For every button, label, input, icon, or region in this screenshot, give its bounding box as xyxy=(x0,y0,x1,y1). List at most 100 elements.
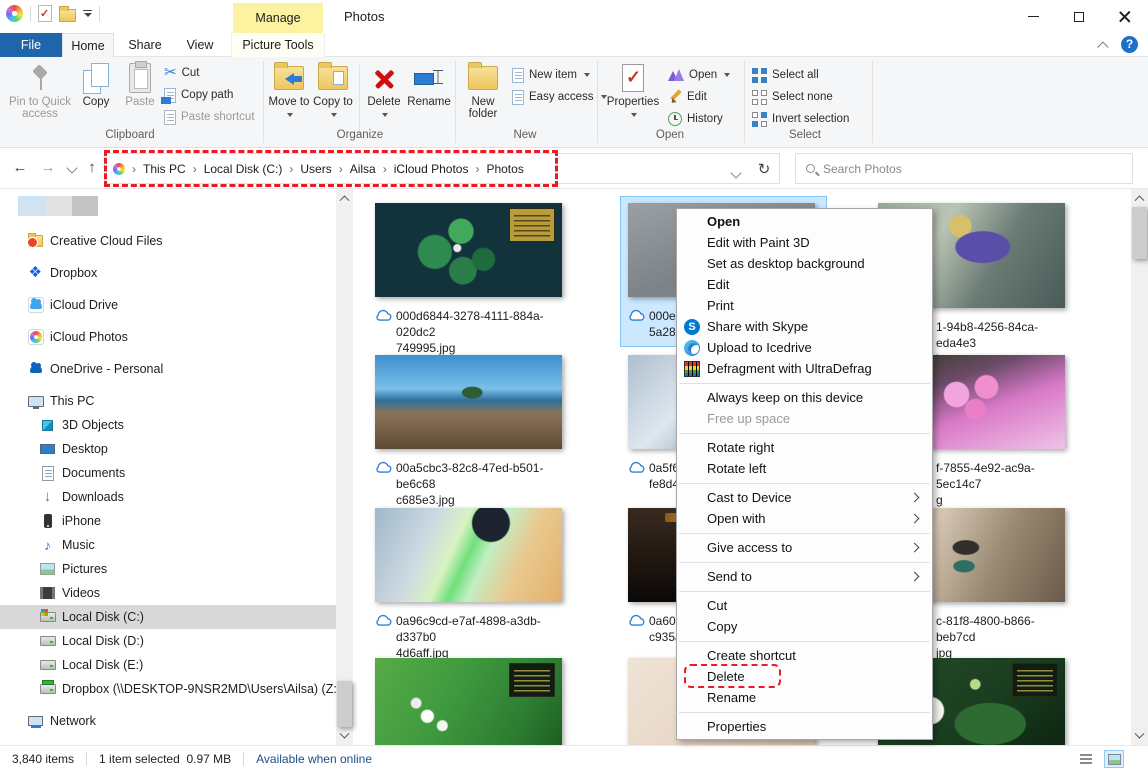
sidebar-item-local-disk-c[interactable]: Local Disk (C:) xyxy=(0,605,336,629)
contextual-tab-header[interactable]: Manage xyxy=(233,3,323,33)
scroll-up-icon[interactable] xyxy=(1131,189,1148,206)
file-tile[interactable]: 0a96c9cd-e7af-4898-a3db-d337b04d6aff.jpg xyxy=(375,508,562,661)
photo-thumbnail[interactable] xyxy=(375,508,562,602)
pin-to-quick-access-button[interactable]: Pin to Quick access xyxy=(8,61,72,120)
menu-item-create-shortcut[interactable]: Create shortcut xyxy=(677,645,932,666)
menu-item-share-with-skype[interactable]: SShare with Skype xyxy=(677,316,932,337)
menu-item-open[interactable]: Open xyxy=(677,211,932,232)
menu-item-defragment-with-ultradefrag[interactable]: Defragment with UltraDefrag xyxy=(677,358,932,379)
history-button[interactable]: History xyxy=(668,109,723,129)
new-folder-button[interactable]: New folder xyxy=(459,61,507,120)
sidebar-item-onedrive[interactable]: OneDrive - Personal xyxy=(0,357,336,381)
tab-home[interactable]: Home xyxy=(62,33,114,57)
menu-item-properties[interactable]: Properties xyxy=(677,716,932,737)
edit-button[interactable]: Edit xyxy=(668,87,707,107)
back-button[interactable]: ← xyxy=(8,156,32,180)
forward-button[interactable]: → xyxy=(36,156,60,180)
sidebar-item-documents[interactable]: Documents xyxy=(0,461,336,485)
copy-button[interactable]: Copy xyxy=(76,61,116,108)
thumbnail-view-toggle[interactable] xyxy=(1104,750,1124,768)
file-tile[interactable]: 000d6844-3278-4111-884a-020dc2749995.jpg xyxy=(375,203,562,356)
easy-access-button[interactable]: Easy access xyxy=(512,87,607,107)
menu-item-open-with[interactable]: Open with xyxy=(677,508,932,529)
menu-item-cut[interactable]: Cut xyxy=(677,595,932,616)
sidebar-item-music[interactable]: ♪ Music xyxy=(0,533,336,557)
sidebar-item-videos[interactable]: Videos xyxy=(0,581,336,605)
sidebar-item-network[interactable]: Network xyxy=(0,709,336,733)
sidebar-item-dropbox[interactable]: Dropbox xyxy=(0,261,336,285)
properties-button[interactable]: Properties xyxy=(604,61,662,120)
sidebar-item-local-disk-d[interactable]: Local Disk (D:) xyxy=(0,629,336,653)
sidebar-item-icloud-photos[interactable]: iCloud Photos xyxy=(0,325,336,349)
scroll-down-icon[interactable] xyxy=(1131,728,1148,745)
breadcrumb-icloud-photos[interactable]: iCloud Photos xyxy=(394,162,469,176)
breadcrumb-users[interactable]: Users xyxy=(300,162,331,176)
paste-shortcut-button[interactable]: Paste shortcut xyxy=(164,107,255,127)
menu-item-give-access-to[interactable]: Give access to xyxy=(677,537,932,558)
scrollbar-thumb[interactable] xyxy=(337,681,352,727)
sidebar-item-downloads[interactable]: ↓ Downloads xyxy=(0,485,336,509)
sidebar-item-dropbox-network-drive[interactable]: Dropbox (\\DESKTOP-9NSR2MD\Users\Ailsa) … xyxy=(0,677,336,701)
menu-item-delete[interactable]: Delete xyxy=(677,666,932,687)
menu-item-rotate-left[interactable]: Rotate left xyxy=(677,458,932,479)
tab-share[interactable]: Share xyxy=(120,33,170,57)
sidebar-item-desktop[interactable]: Desktop xyxy=(0,437,336,461)
properties-quick-icon[interactable] xyxy=(38,5,52,22)
new-item-button[interactable]: New item xyxy=(512,65,590,85)
sidebar-item-3d-objects[interactable]: 3D Objects xyxy=(0,413,336,437)
tab-picture-tools[interactable]: Picture Tools xyxy=(231,33,325,57)
scrollbar-thumb[interactable] xyxy=(1132,207,1147,259)
photo-thumbnail[interactable] xyxy=(375,355,562,449)
invert-selection-button[interactable]: Invert selection xyxy=(752,109,849,129)
rename-button[interactable]: Rename xyxy=(405,61,453,108)
file-list-scrollbar[interactable] xyxy=(1131,189,1148,745)
search-input[interactable] xyxy=(823,162,1073,176)
paste-button[interactable]: Paste xyxy=(120,61,160,108)
sidebar-scrollbar[interactable] xyxy=(336,189,353,745)
up-button[interactable]: ↑ xyxy=(80,156,104,180)
help-button[interactable]: ? xyxy=(1121,36,1138,53)
close-button[interactable] xyxy=(1102,0,1148,33)
sidebar-item-creative-cloud-files[interactable]: Creative Cloud Files xyxy=(0,229,336,253)
maximize-button[interactable] xyxy=(1056,0,1102,33)
menu-item-cast-to-device[interactable]: Cast to Device xyxy=(677,487,932,508)
breadcrumb-ailsa[interactable]: Ailsa xyxy=(350,162,376,176)
select-none-button[interactable]: Select none xyxy=(752,87,833,107)
breadcrumb-photos[interactable]: Photos xyxy=(486,162,523,176)
menu-item-always-keep-on-this-device[interactable]: Always keep on this device xyxy=(677,387,932,408)
open-button[interactable]: Open xyxy=(668,65,730,85)
details-view-toggle[interactable] xyxy=(1076,750,1096,768)
address-dropdown-icon[interactable] xyxy=(722,153,750,184)
copy-to-button[interactable]: Copy to xyxy=(311,61,355,120)
address-bar[interactable]: › This PC › Local Disk (C:) › Users › Ai… xyxy=(104,153,780,184)
menu-item-edit[interactable]: Edit xyxy=(677,274,932,295)
scroll-down-icon[interactable] xyxy=(336,728,353,745)
sidebar-item-this-pc[interactable]: This PC xyxy=(0,389,336,413)
menu-item-edit-with-paint-3d[interactable]: Edit with Paint 3D xyxy=(677,232,932,253)
sidebar-item-icloud-drive[interactable]: iCloud Drive xyxy=(0,293,336,317)
menu-item-copy[interactable]: Copy xyxy=(677,616,932,637)
new-folder-quick-icon[interactable] xyxy=(59,9,76,22)
minimize-button[interactable] xyxy=(1010,0,1056,33)
menu-item-send-to[interactable]: Send to xyxy=(677,566,932,587)
menu-item-print[interactable]: Print xyxy=(677,295,932,316)
cut-button[interactable]: ✂Cut xyxy=(164,63,199,83)
collapse-ribbon-icon[interactable] xyxy=(1097,41,1108,52)
menu-item-rename[interactable]: Rename xyxy=(677,687,932,708)
refresh-icon[interactable]: ↻ xyxy=(750,153,778,184)
breadcrumb-this-pc[interactable]: This PC xyxy=(143,162,186,176)
menu-item-set-as-desktop-background[interactable]: Set as desktop background xyxy=(677,253,932,274)
tab-file[interactable]: File xyxy=(0,33,62,57)
sidebar-item-iphone[interactable]: iPhone xyxy=(0,509,336,533)
tab-view[interactable]: View xyxy=(176,33,224,57)
menu-item-upload-to-icedrive[interactable]: Upload to Icedrive xyxy=(677,337,932,358)
breadcrumb-local-disk-c[interactable]: Local Disk (C:) xyxy=(204,162,283,176)
file-tile[interactable] xyxy=(375,658,562,745)
copy-path-button[interactable]: Copy path xyxy=(164,85,233,105)
scroll-up-icon[interactable] xyxy=(336,189,353,206)
search-box[interactable] xyxy=(795,153,1133,184)
sidebar-item-local-disk-e[interactable]: Local Disk (E:) xyxy=(0,653,336,677)
move-to-button[interactable]: Move to xyxy=(267,61,311,120)
file-tile[interactable]: 00a5cbc3-82c8-47ed-b501-be6c68c685e3.jpg xyxy=(375,355,562,508)
photo-thumbnail[interactable] xyxy=(375,658,562,745)
